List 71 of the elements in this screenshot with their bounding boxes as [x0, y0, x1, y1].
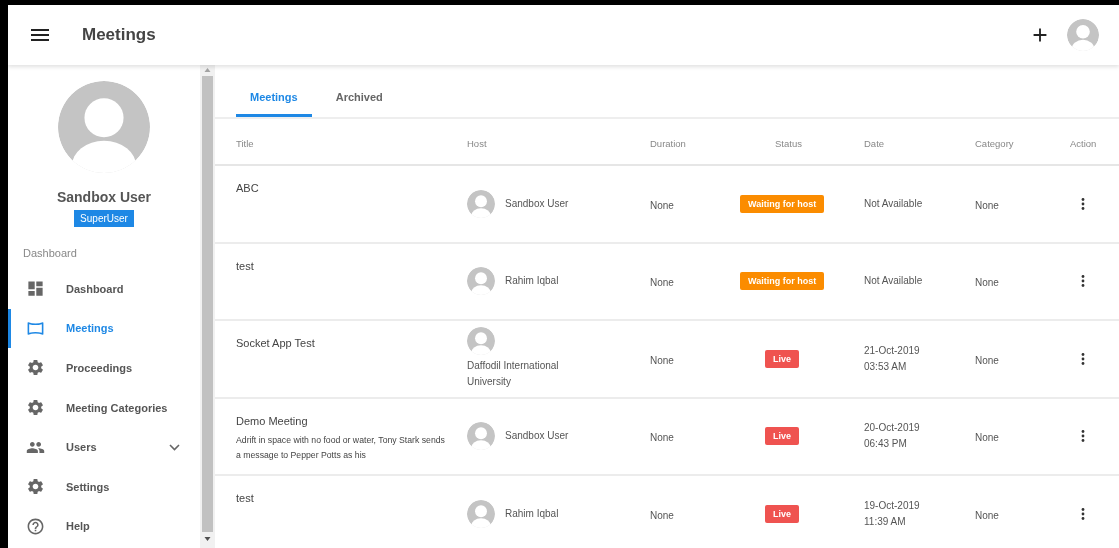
avatar-icon [467, 327, 495, 356]
help-icon [26, 516, 45, 536]
date-text: 20-Oct-2019 [864, 421, 921, 436]
more-icon [1081, 352, 1085, 365]
sidebar-item[interactable]: Help [8, 506, 200, 547]
section-label: Dashboard [23, 247, 78, 259]
avatar-icon [58, 81, 150, 173]
avatar-icon [467, 499, 495, 528]
meeting-title: ABC [236, 182, 260, 194]
sidebar-item[interactable]: Settings [8, 466, 200, 507]
column-header: Action [1069, 137, 1097, 149]
date-text: 19-Oct-2019 [864, 498, 921, 513]
meeting-title: test [236, 259, 255, 272]
table-cell: None [975, 509, 999, 521]
meeting-title: test [236, 492, 255, 504]
avatar-icon [1067, 19, 1099, 51]
table-cell: None [650, 354, 674, 366]
status-badge: Live [765, 427, 799, 446]
status-badge: Live [765, 504, 799, 523]
gear-icon [26, 398, 45, 418]
host-name: Sandbox User [505, 429, 569, 444]
table-cell: None [650, 509, 674, 521]
meeting-title: Socket App Test [236, 337, 316, 349]
tab[interactable]: Archived [321, 91, 397, 117]
host-name: Rahim Iqbal [505, 274, 559, 289]
meeting-description: Adrift in space with no food or water, Tony Stark sends a message to Pepper Potts as his [236, 433, 446, 462]
dashboard-icon [26, 279, 45, 299]
status-badge: Waiting for host [740, 194, 825, 213]
table-cell: None [975, 432, 999, 444]
sidebar-item[interactable]: Users [8, 427, 200, 467]
column-header: Category [975, 137, 1014, 149]
host-name: Rahim Iqbal [505, 506, 559, 521]
column-header: Title [236, 137, 254, 149]
table-cell: None [650, 277, 674, 289]
avatar-icon [467, 267, 495, 296]
more-icon [1081, 275, 1085, 288]
scrollbar[interactable] [200, 65, 215, 548]
more-icon [1081, 507, 1085, 520]
column-header: Duration [650, 137, 686, 149]
host-name: Daffodil International University [467, 359, 560, 390]
column-header: Status [774, 137, 802, 149]
time-text: 03:53 AM [864, 359, 908, 374]
date-text: 21-Oct-2019 [864, 343, 921, 358]
column-header: Host [467, 137, 487, 149]
meeting-title: Demo Meeting [236, 414, 309, 427]
table-cell: None [975, 199, 999, 211]
role-tag: SuperUser [74, 210, 134, 227]
sidebar-item[interactable]: Meeting Categories [8, 387, 200, 428]
column-header: Date [864, 137, 885, 149]
user-name: Sandbox User [56, 189, 152, 205]
more-icon [1081, 430, 1085, 443]
avatar-icon [467, 422, 495, 451]
sidebar-item[interactable]: Proceedings [8, 348, 200, 388]
gear-icon [26, 358, 45, 378]
date-text: Not Available [864, 274, 924, 289]
table-cell: None [975, 277, 999, 289]
sidebar-item[interactable]: Dashboard [8, 269, 200, 309]
avatar-icon [467, 189, 495, 218]
table-cell: None [975, 354, 999, 366]
tab[interactable]: Meetings [236, 91, 312, 117]
status-badge: Waiting for host [740, 272, 825, 291]
time-text: 06:43 PM [864, 437, 908, 452]
table-cell: None [650, 199, 674, 211]
status-badge: Live [765, 349, 799, 368]
page-title: Meetings [82, 25, 157, 45]
settings-icon [26, 477, 45, 497]
date-text: Not Available [864, 196, 924, 211]
table-cell: None [650, 432, 674, 444]
host-name: Sandbox User [505, 196, 569, 211]
time-text: 11:39 AM [864, 514, 907, 529]
more-icon [1081, 197, 1085, 210]
